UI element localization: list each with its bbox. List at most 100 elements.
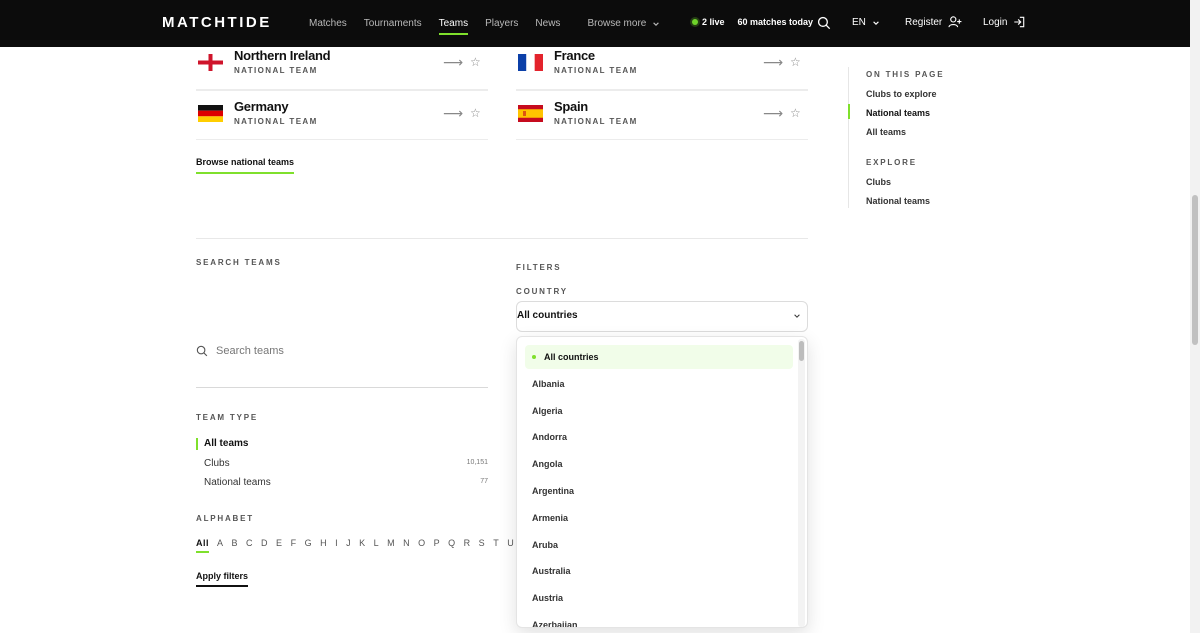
team-subtitle: NATIONAL TEAM [234, 66, 318, 75]
page-scroll-thumb[interactable] [1192, 195, 1198, 345]
country-option[interactable]: Aruba [525, 533, 793, 557]
sign-in-icon [1014, 16, 1025, 28]
letter-k[interactable]: K [359, 538, 366, 553]
letter-p[interactable]: P [434, 538, 441, 553]
team-type-all[interactable]: All teams [196, 436, 488, 454]
team-type-label: National teams [204, 477, 271, 488]
chevron-down-icon [794, 314, 800, 318]
country-option-all[interactable]: All countries [525, 345, 793, 369]
login-button[interactable]: Login [983, 16, 1025, 28]
logo[interactable]: MATCHTIDE [162, 14, 272, 31]
team-card-spain[interactable]: Spain NATIONAL TEAM ⟶ ☆ [516, 90, 808, 140]
letter-i[interactable]: I [335, 538, 338, 553]
team-card-northern-ireland[interactable]: Northern Ireland NATIONAL TEAM ⟶ ☆ [196, 40, 488, 90]
team-type-count: 77 [480, 478, 488, 485]
language-selector[interactable]: EN [852, 17, 880, 28]
matches-today: 60 matches today [737, 17, 814, 27]
country-option-label: Azerbaijan [532, 620, 578, 628]
team-card-germany[interactable]: Germany NATIONAL TEAM ⟶ ☆ [196, 90, 488, 140]
country-option[interactable]: Azerbaijan [525, 613, 793, 628]
country-option[interactable]: Argentina [525, 479, 793, 503]
country-option[interactable]: Albania [525, 372, 793, 396]
letter-q[interactable]: Q [448, 538, 456, 553]
country-option[interactable]: Andorra [525, 425, 793, 449]
star-icon[interactable]: ☆ [790, 55, 801, 69]
register-button[interactable]: Register [905, 16, 962, 28]
dropdown-scroll-thumb[interactable] [799, 341, 804, 361]
letter-d[interactable]: D [261, 538, 268, 553]
letter-l[interactable]: L [374, 538, 380, 553]
star-icon[interactable]: ☆ [470, 106, 481, 120]
country-option[interactable]: Algeria [525, 399, 793, 423]
toc-link-clubs-to-explore[interactable]: Clubs to explore [866, 89, 937, 99]
arrow-right-icon[interactable]: ⟶ [763, 54, 783, 71]
team-type-national[interactable]: National teams 77 [196, 475, 488, 493]
letter-all[interactable]: All [196, 538, 210, 553]
explore-link-national-teams[interactable]: National teams [866, 196, 930, 206]
live-status[interactable]: 2 live 60 matches today [692, 17, 813, 27]
nav-players[interactable]: Players [485, 0, 518, 47]
team-subtitle: NATIONAL TEAM [554, 117, 638, 126]
letter-r[interactable]: R [464, 538, 471, 553]
team-type-count: 10,151 [466, 459, 488, 466]
country-option[interactable]: Austria [525, 586, 793, 610]
northern-ireland-flag-icon [198, 54, 223, 71]
star-icon[interactable]: ☆ [790, 106, 801, 120]
country-option-label: Algeria [532, 406, 563, 416]
toc-active-indicator [848, 104, 850, 119]
team-name: France [554, 48, 595, 63]
live-dot-icon [692, 19, 698, 25]
country-option-label: Albania [532, 379, 565, 389]
country-select-value: All countries [517, 310, 578, 321]
letter-u[interactable]: U [507, 538, 514, 553]
letter-c[interactable]: C [246, 538, 253, 553]
country-select[interactable]: All countries [516, 301, 808, 332]
arrow-right-icon[interactable]: ⟶ [443, 105, 463, 122]
country-dropdown-list: All countries Albania Algeria Andorra An… [516, 336, 808, 628]
letter-b[interactable]: B [232, 538, 239, 553]
letter-h[interactable]: H [320, 538, 327, 553]
letter-e[interactable]: E [276, 538, 283, 553]
letter-t[interactable]: T [493, 538, 499, 553]
login-label: Login [983, 16, 1008, 28]
explore-heading: EXPLORE [866, 158, 917, 167]
letter-m[interactable]: M [387, 538, 395, 553]
browse-national-teams-link[interactable]: Browse national teams [196, 157, 295, 174]
letter-n[interactable]: N [403, 538, 410, 553]
letter-s[interactable]: S [479, 538, 486, 553]
letter-o[interactable]: O [418, 538, 426, 553]
explore-link-clubs[interactable]: Clubs [866, 177, 891, 187]
star-icon[interactable]: ☆ [470, 55, 481, 69]
spain-flag-icon [518, 105, 543, 122]
live-count: 2 live [702, 17, 725, 27]
arrow-right-icon[interactable]: ⟶ [763, 105, 783, 122]
search-icon [196, 345, 208, 357]
toc-link-national-teams[interactable]: National teams [866, 108, 930, 118]
germany-flag-icon [198, 105, 223, 122]
country-option[interactable]: Armenia [525, 506, 793, 530]
page-scrollbar[interactable] [1190, 0, 1200, 633]
letter-j[interactable]: J [346, 538, 351, 553]
letter-f[interactable]: F [291, 538, 297, 553]
chevron-down-icon [873, 20, 879, 25]
country-option[interactable]: Angola [525, 452, 793, 476]
filters-heading: FILTERS [516, 263, 562, 272]
arrow-right-icon[interactable]: ⟶ [443, 54, 463, 71]
dropdown-scrollbar[interactable] [798, 339, 805, 627]
team-card-france[interactable]: France NATIONAL TEAM ⟶ ☆ [516, 40, 808, 90]
team-name: Germany [234, 99, 289, 114]
letter-a[interactable]: A [217, 538, 224, 553]
team-type-clubs[interactable]: Clubs 10,151 [196, 456, 488, 474]
toc-link-all-teams[interactable]: All teams [866, 127, 906, 137]
language-label: EN [852, 17, 866, 28]
apply-filters-button[interactable]: Apply filters [196, 571, 249, 587]
country-option[interactable]: Australia [525, 559, 793, 583]
country-option-label: Aruba [532, 540, 559, 550]
letter-g[interactable]: G [305, 538, 313, 553]
country-option-label: Argentina [532, 486, 575, 496]
country-option-label: Austria [532, 593, 564, 603]
search-teams-input[interactable] [216, 342, 476, 360]
user-plus-icon [948, 16, 962, 28]
team-subtitle: NATIONAL TEAM [554, 66, 638, 75]
search-icon[interactable] [817, 16, 831, 30]
